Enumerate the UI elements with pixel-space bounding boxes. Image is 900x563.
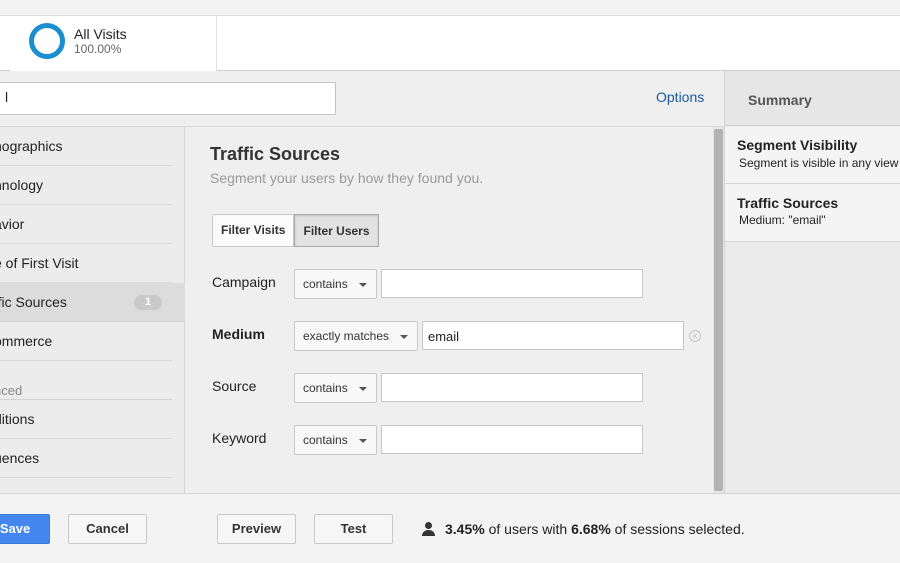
filter-users-button[interactable]: Filter Users [294, 214, 379, 247]
category-nav: nographics hnology avior e of First Visi… [0, 127, 185, 493]
user-icon [421, 522, 435, 536]
nav-item-sequences[interactable]: uences [0, 439, 172, 478]
action-footer: Save Cancel Preview Test 3.45% of users … [0, 493, 900, 563]
filter-row-keyword: Keyword contains [212, 425, 712, 455]
summary-block-traffic-sources: Traffic Sources Medium: "email" [725, 184, 900, 242]
summary-sidebar: Summary Segment Visibility Segment is vi… [724, 71, 900, 493]
filter-row-medium: Medium exactly matches email × [212, 321, 712, 351]
operator-value: contains [303, 277, 348, 291]
segment-title: All Visits [74, 26, 127, 42]
top-strip [0, 0, 900, 16]
nav-count-badge: 1 [134, 295, 162, 310]
filter-scope-toggle: Filter Visits Filter Users [212, 214, 379, 247]
filter-row-campaign: Campaign contains [212, 269, 712, 299]
nav-item-label: ffic Sources [0, 294, 67, 310]
nav-item-date-of-first-visit[interactable]: e of First Visit [0, 244, 172, 283]
nav-item-technology[interactable]: hnology [0, 166, 172, 205]
status-text: of users with [484, 521, 572, 537]
save-button[interactable]: Save [0, 514, 50, 544]
nav-item-label: avior [0, 216, 25, 232]
summary-heading: Segment Visibility [737, 137, 858, 153]
panel-title: Traffic Sources [210, 144, 341, 164]
filter-value-input[interactable] [381, 269, 643, 298]
filter-visits-button[interactable]: Filter Visits [213, 215, 295, 246]
filter-label: Campaign [212, 274, 276, 290]
summary-block-visibility: Segment Visibility Segment is visible in… [725, 127, 900, 184]
caret-down-icon [400, 335, 408, 339]
filter-row-source: Source contains [212, 373, 712, 403]
operator-value: contains [303, 433, 348, 447]
segment-card-all-visits[interactable]: All Visits 100.00% [10, 16, 217, 71]
operator-select[interactable]: contains [294, 373, 377, 403]
preview-button[interactable]: Preview [217, 514, 296, 544]
options-link[interactable]: Options [656, 89, 704, 105]
filter-label: Keyword [212, 430, 267, 446]
summary-text: Medium: "email" [739, 213, 826, 227]
users-percent: 3.45% [445, 521, 485, 537]
filter-label: Source [212, 378, 257, 394]
cancel-button[interactable]: Cancel [68, 514, 147, 544]
caret-down-icon [359, 387, 367, 391]
test-button[interactable]: Test [314, 514, 393, 544]
nav-item-demographics[interactable]: nographics [0, 127, 172, 166]
operator-value: contains [303, 381, 348, 395]
nav-item-traffic-sources[interactable]: ffic Sources 1 [0, 283, 185, 322]
summary-header: Summary [725, 71, 900, 126]
filter-value-input[interactable] [381, 425, 643, 454]
remove-filter-icon[interactable]: × [689, 330, 701, 342]
summary-heading: Traffic Sources [737, 195, 839, 211]
segment-name-input[interactable]: l [0, 82, 336, 115]
nav-item-label: e of First Visit [0, 255, 79, 271]
filter-panel: Traffic Sources Segment your users by ho… [185, 127, 713, 493]
sessions-percent: 6.68% [571, 521, 611, 537]
operator-select[interactable]: exactly matches [294, 321, 418, 351]
segment-percent: 100.00% [74, 42, 122, 56]
nav-item-conditions[interactable]: ditions [0, 400, 172, 439]
operator-select[interactable]: contains [294, 269, 377, 299]
panel-subtitle: Segment your users by how they found you… [210, 170, 484, 186]
caret-down-icon [359, 283, 367, 287]
summary-title: Summary [748, 92, 812, 108]
nav-item-behavior[interactable]: avior [0, 205, 172, 244]
selection-status: 3.45% of users with 6.68% of sessions se… [421, 521, 745, 537]
segment-editor: l Options nographics hnology avior e of … [0, 71, 724, 493]
summary-text: Segment is visible in any view [739, 156, 899, 170]
nav-item-label: uences [0, 450, 40, 466]
nav-item-label: ditions [0, 411, 35, 427]
panel-scrollbar[interactable] [713, 127, 724, 493]
scrollbar-thumb[interactable] [714, 129, 723, 491]
operator-select[interactable]: contains [294, 425, 377, 455]
nav-item-label: ommerce [0, 333, 53, 349]
caret-down-icon [359, 439, 367, 443]
operator-value: exactly matches [303, 329, 390, 343]
filter-value-input[interactable]: email [422, 321, 684, 350]
nav-item-label: nographics [0, 138, 63, 154]
segment-bar: All Visits 100.00% [0, 16, 900, 71]
nav-item-label: hnology [0, 177, 44, 193]
filter-label: Medium [212, 326, 265, 342]
nav-item-ecommerce[interactable]: ommerce [0, 322, 172, 361]
segment-ring-icon [29, 23, 65, 59]
nav-section-advanced: nced [0, 383, 23, 398]
status-text: of sessions selected. [610, 521, 745, 537]
filter-value-input[interactable] [381, 373, 643, 402]
